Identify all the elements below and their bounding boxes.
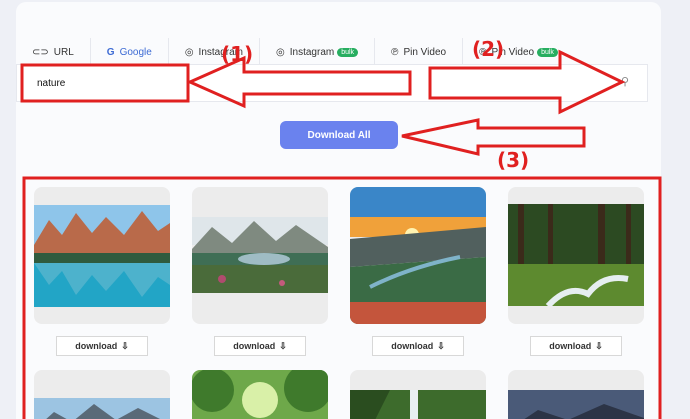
mountain-image: [34, 398, 170, 419]
annotation-label-3: (3): [497, 148, 530, 172]
link-icon: ⊂⊃: [32, 46, 49, 58]
search-bar: ⚲: [16, 64, 648, 102]
tab-label: Pin Video: [403, 46, 447, 58]
lake-mountains-image: [34, 205, 170, 307]
bulk-badge: bulk: [537, 47, 558, 57]
download-button[interactable]: download ⇩: [56, 336, 148, 356]
annotation-label-1: (1): [221, 42, 254, 66]
sunset-valley-image: [350, 187, 486, 324]
image-card[interactable]: [192, 187, 328, 324]
download-button[interactable]: download ⇩: [530, 336, 622, 356]
download-button[interactable]: download ⇩: [372, 336, 464, 356]
bulk-badge: bulk: [337, 47, 359, 57]
forest-canopy-image: [192, 370, 328, 419]
source-tabs: ⊂⊃ URL G Google ◎ Instagram ◎ Instagram …: [16, 38, 648, 66]
instagram-icon: ◎: [276, 46, 285, 58]
tab-label: Instagram: [289, 46, 335, 58]
image-card[interactable]: [350, 370, 486, 419]
search-input[interactable]: [37, 73, 597, 93]
instagram-icon: ◎: [184, 46, 194, 58]
annotation-label-2: (2): [472, 37, 505, 61]
image-card[interactable]: [34, 187, 170, 324]
dusk-landscape-image: [508, 390, 644, 419]
download-button[interactable]: download ⇩: [214, 336, 306, 356]
tab-instagram-bulk[interactable]: ◎ Instagram bulk: [260, 38, 376, 66]
page: ⊂⊃ URL G Google ◎ Instagram ◎ Instagram …: [0, 0, 690, 419]
image-card[interactable]: [350, 187, 486, 324]
alpine-lake-image: [192, 217, 328, 293]
image-card[interactable]: [508, 187, 644, 324]
image-card[interactable]: [192, 370, 328, 419]
waterfall-image: [350, 390, 486, 419]
tab-label: URL: [53, 46, 74, 58]
search-icon[interactable]: ⚲: [621, 75, 635, 89]
tab-google[interactable]: G Google: [91, 38, 169, 66]
download-label: download: [75, 341, 118, 351]
download-label: download: [391, 341, 434, 351]
image-card[interactable]: [34, 370, 170, 419]
google-icon: G: [106, 46, 115, 58]
cloud-download-icon: ⇩: [279, 340, 287, 351]
tab-label: Google: [119, 46, 152, 58]
cloud-download-icon: ⇩: [437, 340, 445, 351]
download-label: download: [549, 341, 592, 351]
pinterest-icon: ℗: [391, 46, 399, 58]
download-all-button[interactable]: Download All: [280, 121, 398, 149]
tab-url[interactable]: ⊂⊃ URL: [16, 38, 91, 66]
tab-pin-video[interactable]: ℗ Pin Video: [375, 38, 464, 66]
cloud-download-icon: ⇩: [121, 340, 129, 351]
image-card[interactable]: [508, 370, 644, 419]
download-label: download: [233, 341, 276, 351]
cloud-download-icon: ⇩: [595, 340, 603, 351]
forest-stream-image: [508, 204, 644, 306]
